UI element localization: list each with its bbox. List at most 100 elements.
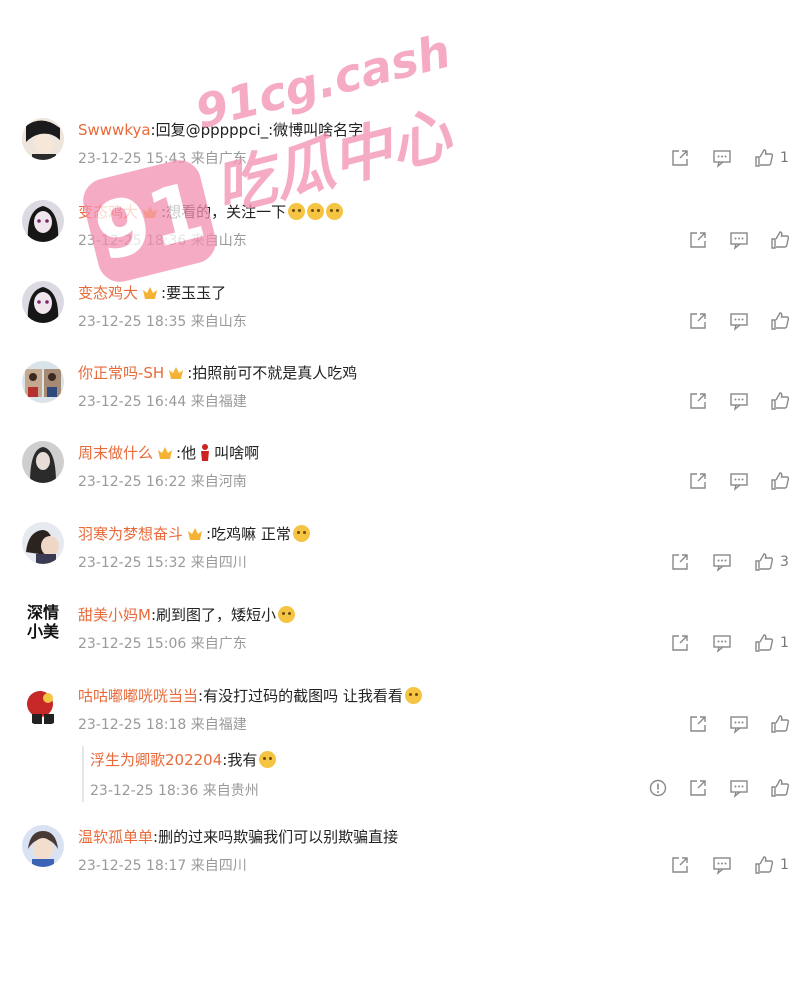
comment-icon[interactable]: [729, 311, 749, 331]
comment-meta: 23-12-25 16:22 来自河南: [78, 473, 247, 491]
reply-location: 来自贵州: [202, 783, 259, 799]
like-icon[interactable]: [770, 714, 790, 734]
share-icon[interactable]: [670, 148, 690, 168]
like-icon[interactable]: [770, 391, 790, 411]
like-icon[interactable]: [770, 778, 790, 798]
username[interactable]: 咕咕嘟嘟咣咣当当: [78, 687, 198, 705]
emoji-icon: [288, 203, 306, 220]
comment-location: 来自四川: [190, 555, 247, 571]
username[interactable]: 你正常吗-SH: [78, 364, 164, 382]
share-icon[interactable]: [688, 230, 708, 250]
action-bar: 1: [670, 855, 800, 875]
comment-content: 咕咕嘟嘟咣咣当当:有没打过码的截图吗 让我看看: [78, 686, 422, 706]
comment-content: 你正常吗-SH :拍照前可不就是真人吃鸡: [78, 363, 357, 383]
comment-text: :他: [176, 444, 197, 462]
username[interactable]: 变态鸡大: [78, 203, 138, 221]
avatar[interactable]: [22, 441, 64, 483]
emoji-icon: [326, 203, 344, 220]
username[interactable]: 羽寒为梦想奋斗: [78, 525, 183, 543]
action-bar: [688, 311, 798, 331]
share-icon[interactable]: [670, 552, 690, 572]
comment-icon[interactable]: [729, 778, 749, 798]
comment-location: 来自广东: [190, 636, 247, 652]
avatar[interactable]: [22, 361, 64, 403]
username[interactable]: Swwwkya: [78, 121, 151, 139]
share-icon[interactable]: [670, 855, 690, 875]
comment-location: 来自山东: [190, 233, 247, 249]
comment-date: 23-12-25 18:17: [78, 858, 187, 874]
avatar[interactable]: [22, 825, 64, 867]
comment-text: :拍照前可不就是真人吃鸡: [187, 364, 358, 382]
like-icon[interactable]: [754, 148, 774, 168]
action-bar: [688, 230, 798, 250]
username[interactable]: 周末做什么: [78, 444, 153, 462]
comment-icon[interactable]: [729, 391, 749, 411]
crown-badge-icon: [143, 206, 158, 218]
avatar[interactable]: [22, 522, 64, 564]
crown-badge-icon: [188, 528, 203, 540]
comment-content: 羽寒为梦想奋斗 :吃鸡嘛 正常: [78, 524, 310, 544]
comment-meta: 23-12-25 18:36 来自山东: [78, 232, 247, 250]
comment-icon[interactable]: [712, 148, 732, 168]
share-icon[interactable]: [688, 778, 708, 798]
avatar[interactable]: [22, 118, 64, 160]
crown-badge-icon: [169, 367, 184, 379]
share-icon[interactable]: [688, 471, 708, 491]
comment-icon[interactable]: [712, 633, 732, 653]
action-bar: [688, 471, 798, 491]
username[interactable]: 温软孤单单: [78, 828, 153, 846]
comment-icon[interactable]: [712, 552, 732, 572]
action-bar: 3: [670, 552, 800, 572]
action-bar: [688, 714, 798, 734]
share-icon[interactable]: [688, 714, 708, 734]
comment-date: 23-12-25 15:32: [78, 555, 187, 571]
share-icon[interactable]: [688, 391, 708, 411]
reply-action-bar: [648, 778, 798, 798]
comment-icon[interactable]: [729, 471, 749, 491]
action-bar: [688, 391, 798, 411]
like-icon[interactable]: [754, 855, 774, 875]
report-icon[interactable]: [648, 778, 668, 798]
comment-location: 来自福建: [190, 394, 247, 410]
comment-content: 甜美小妈M:刷到图了，矮短小: [78, 605, 296, 625]
comment-content: 变态鸡大:想看的，关注一下: [78, 202, 344, 222]
laugh-emoji-icon: [292, 525, 310, 542]
comment-location: 来自福建: [190, 717, 247, 733]
comment-text: 叫啥啊: [214, 444, 260, 462]
share-icon[interactable]: [688, 311, 708, 331]
comment-meta: 23-12-25 18:17 来自四川: [78, 857, 247, 875]
reply-username[interactable]: 浮生为卿歌202204: [90, 751, 222, 769]
laugh-emoji-icon: [404, 687, 422, 704]
comment-text: :吃鸡嘛 正常: [206, 525, 291, 543]
avatar[interactable]: [22, 281, 64, 323]
reply-content: 浮生为卿歌202204:我有: [90, 750, 277, 770]
comment-content: 温软孤单单:删的过来吗欺骗我们可以别欺骗直接: [78, 827, 398, 847]
emoji-icon: [278, 606, 296, 623]
comment-icon[interactable]: [712, 855, 732, 875]
like-count: 1: [780, 857, 789, 873]
comment-location: 来自河南: [190, 474, 247, 490]
like-icon[interactable]: [754, 633, 774, 653]
avatar[interactable]: [22, 684, 64, 726]
comment-date: 23-12-25 15:06: [78, 636, 187, 652]
comment-text: :有没打过码的截图吗 让我看看: [198, 687, 403, 705]
comment-date: 23-12-25 16:44: [78, 394, 187, 410]
comment-icon[interactable]: [729, 714, 749, 734]
username[interactable]: 甜美小妈M: [78, 606, 151, 624]
comment-location: 来自广东: [190, 151, 247, 167]
like-icon[interactable]: [770, 471, 790, 491]
like-icon[interactable]: [754, 552, 774, 572]
comment-date: 23-12-25 15:43: [78, 151, 187, 167]
avatar[interactable]: 深情小美: [22, 603, 64, 641]
like-icon[interactable]: [770, 230, 790, 250]
comment-meta: 23-12-25 15:43 来自广东: [78, 150, 247, 168]
share-icon[interactable]: [670, 633, 690, 653]
comment-text: :要玉玉了: [161, 284, 227, 302]
reply-text: :我有: [222, 751, 258, 769]
red-figure-icon: [201, 444, 210, 461]
like-icon[interactable]: [770, 311, 790, 331]
username[interactable]: 变态鸡大: [78, 284, 138, 302]
comment-icon[interactable]: [729, 230, 749, 250]
avatar[interactable]: [22, 200, 64, 242]
reply-meta: 23-12-25 18:36 来自贵州: [90, 780, 259, 800]
